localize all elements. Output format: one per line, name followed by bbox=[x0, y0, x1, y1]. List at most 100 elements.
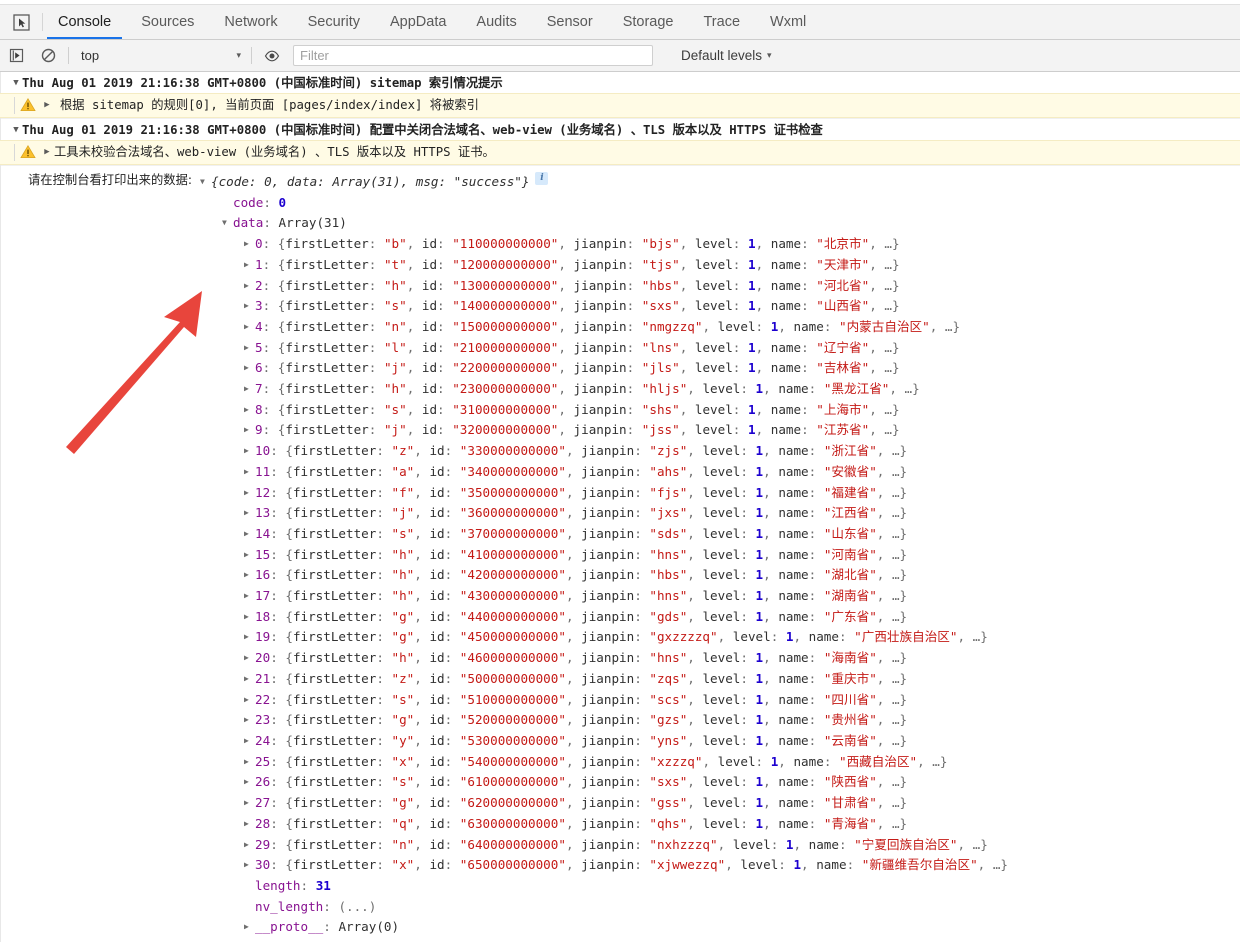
array-entry-row[interactable]: 8: {firstLetter: "s", id: "310000000000"… bbox=[200, 400, 1008, 421]
object-root-node[interactable]: {code: 0, data: Array(31), msg: "success… bbox=[200, 172, 1008, 193]
array-proto-node[interactable]: __proto__: Array(0) bbox=[200, 917, 1008, 938]
tab-sensor[interactable]: Sensor bbox=[532, 5, 608, 39]
clear-console-button[interactable] bbox=[32, 40, 64, 71]
disclosure-triangle-icon[interactable] bbox=[244, 855, 255, 876]
array-entry-row[interactable]: 15: {firstLetter: "h", id: "410000000000… bbox=[200, 545, 1008, 566]
console-group-header[interactable]: Thu Aug 01 2019 21:16:38 GMT+0800 (中国标准时… bbox=[0, 119, 1240, 140]
tab-security[interactable]: Security bbox=[293, 5, 375, 39]
disclosure-triangle-icon[interactable] bbox=[244, 710, 255, 731]
disclosure-triangle-icon[interactable] bbox=[244, 648, 255, 669]
tab-sources[interactable]: Sources bbox=[126, 5, 209, 39]
array-entry-row[interactable]: 25: {firstLetter: "x", id: "540000000000… bbox=[200, 752, 1008, 773]
array-entry-row[interactable]: 14: {firstLetter: "s", id: "370000000000… bbox=[200, 524, 1008, 545]
disclosure-triangle-icon[interactable] bbox=[244, 793, 255, 814]
array-entry-row[interactable]: 24: {firstLetter: "y", id: "530000000000… bbox=[200, 731, 1008, 752]
array-entry-row[interactable]: 19: {firstLetter: "g", id: "450000000000… bbox=[200, 627, 1008, 648]
array-entry-row[interactable]: 9: {firstLetter: "j", id: "320000000000"… bbox=[200, 420, 1008, 441]
array-entry-row[interactable]: 30: {firstLetter: "x", id: "650000000000… bbox=[200, 855, 1008, 876]
console-group-header[interactable]: Thu Aug 01 2019 21:16:38 GMT+0800 (中国标准时… bbox=[0, 72, 1240, 93]
disclosure-triangle-icon[interactable] bbox=[244, 503, 255, 524]
array-entry-row[interactable]: 17: {firstLetter: "h", id: "430000000000… bbox=[200, 586, 1008, 607]
disclosure-triangle-icon[interactable] bbox=[244, 524, 255, 545]
disclosure-triangle-icon[interactable] bbox=[244, 814, 255, 835]
array-entry-row[interactable]: 23: {firstLetter: "g", id: "520000000000… bbox=[200, 710, 1008, 731]
console-warning-row[interactable]: 工具未校验合法域名、web-view (业务域名) 、TLS 版本以及 HTTP… bbox=[0, 140, 1240, 165]
console-message-list[interactable]: Thu Aug 01 2019 21:16:38 GMT+0800 (中国标准时… bbox=[0, 72, 1240, 942]
array-entry-row[interactable]: 6: {firstLetter: "j", id: "220000000000"… bbox=[200, 358, 1008, 379]
disclosure-triangle-icon[interactable] bbox=[244, 752, 255, 773]
array-entry-row[interactable]: 1: {firstLetter: "t", id: "120000000000"… bbox=[200, 255, 1008, 276]
live-expression-button[interactable] bbox=[256, 40, 288, 71]
disclosure-triangle-icon[interactable] bbox=[244, 276, 255, 297]
execution-context-selector[interactable]: top ▾ bbox=[73, 45, 247, 67]
tab-network[interactable]: Network bbox=[209, 5, 292, 39]
array-entry-row[interactable]: 27: {firstLetter: "g", id: "620000000000… bbox=[200, 793, 1008, 814]
disclosure-triangle-icon[interactable] bbox=[244, 565, 255, 586]
disclosure-triangle-icon[interactable] bbox=[244, 420, 255, 441]
filter-input[interactable] bbox=[293, 45, 653, 66]
disclosure-triangle-icon[interactable] bbox=[222, 213, 233, 234]
array-entry-row[interactable]: 13: {firstLetter: "j", id: "360000000000… bbox=[200, 503, 1008, 524]
array-entry-row[interactable]: 11: {firstLetter: "a", id: "340000000000… bbox=[200, 462, 1008, 483]
tab-console[interactable]: Console bbox=[43, 5, 126, 39]
array-entry-row[interactable]: 22: {firstLetter: "s", id: "510000000000… bbox=[200, 690, 1008, 711]
disclosure-triangle-icon[interactable] bbox=[244, 669, 255, 690]
array-entry-row[interactable]: 4: {firstLetter: "n", id: "150000000000"… bbox=[200, 317, 1008, 338]
disclosure-triangle-icon[interactable] bbox=[41, 97, 53, 113]
disclosure-triangle-icon[interactable] bbox=[244, 379, 255, 400]
array-entry-row[interactable]: 18: {firstLetter: "g", id: "440000000000… bbox=[200, 607, 1008, 628]
tab-storage[interactable]: Storage bbox=[608, 5, 689, 39]
disclosure-triangle-icon[interactable] bbox=[244, 627, 255, 648]
disclosure-triangle-icon[interactable] bbox=[244, 772, 255, 793]
disclosure-triangle-icon[interactable] bbox=[200, 172, 211, 193]
tab-appdata[interactable]: AppData bbox=[375, 5, 461, 39]
disclosure-triangle-icon[interactable] bbox=[244, 338, 255, 359]
disclosure-triangle-icon[interactable] bbox=[244, 690, 255, 711]
disclosure-triangle-icon[interactable] bbox=[244, 255, 255, 276]
disclosure-triangle-icon[interactable] bbox=[244, 296, 255, 317]
array-entry-row[interactable]: 21: {firstLetter: "z", id: "500000000000… bbox=[200, 669, 1008, 690]
disclosure-triangle-icon[interactable] bbox=[244, 462, 255, 483]
array-nv-length-node[interactable]: nv_length: (...) bbox=[200, 897, 1008, 918]
entry-key-name: name bbox=[778, 732, 809, 748]
object-property-data[interactable]: data: Array(31) bbox=[200, 213, 1008, 234]
array-entry-row[interactable]: 5: {firstLetter: "l", id: "210000000000"… bbox=[200, 338, 1008, 359]
disclosure-triangle-icon[interactable] bbox=[244, 917, 255, 938]
array-entry-row[interactable]: 26: {firstLetter: "s", id: "610000000000… bbox=[200, 772, 1008, 793]
tab-audits[interactable]: Audits bbox=[461, 5, 531, 39]
disclosure-triangle-icon[interactable] bbox=[244, 483, 255, 504]
inspect-element-button[interactable] bbox=[0, 5, 42, 39]
array-entry-row[interactable]: 0: {firstLetter: "b", id: "110000000000"… bbox=[200, 234, 1008, 255]
array-entry-row[interactable]: 12: {firstLetter: "f", id: "350000000000… bbox=[200, 483, 1008, 504]
disclosure-triangle-icon[interactable] bbox=[10, 75, 22, 91]
tab-wxml[interactable]: Wxml bbox=[755, 5, 821, 39]
disclosure-triangle-icon[interactable] bbox=[244, 586, 255, 607]
disclosure-triangle-icon[interactable] bbox=[244, 607, 255, 628]
disclosure-triangle-icon[interactable] bbox=[244, 400, 255, 421]
disclosure-triangle-icon[interactable] bbox=[244, 317, 255, 338]
tab-trace[interactable]: Trace bbox=[688, 5, 755, 39]
disclosure-triangle-icon[interactable] bbox=[244, 835, 255, 856]
entry-key-name: name bbox=[778, 381, 809, 397]
array-entry-row[interactable]: 2: {firstLetter: "h", id: "130000000000"… bbox=[200, 276, 1008, 297]
disclosure-triangle-icon[interactable] bbox=[244, 234, 255, 255]
array-entry-row[interactable]: 28: {firstLetter: "q", id: "630000000000… bbox=[200, 814, 1008, 835]
log-levels-selector[interactable]: Default levels ▾ bbox=[681, 48, 772, 63]
array-entry-row[interactable]: 3: {firstLetter: "s", id: "140000000000"… bbox=[200, 296, 1008, 317]
info-badge-icon[interactable]: i bbox=[535, 172, 549, 185]
disclosure-triangle-icon[interactable] bbox=[10, 122, 22, 138]
disclosure-triangle-icon[interactable] bbox=[244, 731, 255, 752]
property-value[interactable]: (...) bbox=[338, 899, 376, 914]
array-entry-row[interactable]: 7: {firstLetter: "h", id: "230000000000"… bbox=[200, 379, 1008, 400]
entry-value-firstLetter: "g" bbox=[391, 608, 415, 624]
execute-snippet-button[interactable] bbox=[0, 40, 32, 71]
array-entry-row[interactable]: 20: {firstLetter: "h", id: "460000000000… bbox=[200, 648, 1008, 669]
disclosure-triangle-icon[interactable] bbox=[244, 441, 255, 462]
array-entry-row[interactable]: 10: {firstLetter: "z", id: "330000000000… bbox=[200, 441, 1008, 462]
array-entry-row[interactable]: 29: {firstLetter: "n", id: "640000000000… bbox=[200, 835, 1008, 856]
console-warning-row[interactable]: 根据 sitemap 的规则[0], 当前页面 [pages/index/ind… bbox=[0, 93, 1240, 118]
disclosure-triangle-icon[interactable] bbox=[244, 358, 255, 379]
array-entry-row[interactable]: 16: {firstLetter: "h", id: "420000000000… bbox=[200, 565, 1008, 586]
disclosure-triangle-icon[interactable] bbox=[244, 545, 255, 566]
disclosure-triangle-icon[interactable] bbox=[41, 144, 53, 160]
